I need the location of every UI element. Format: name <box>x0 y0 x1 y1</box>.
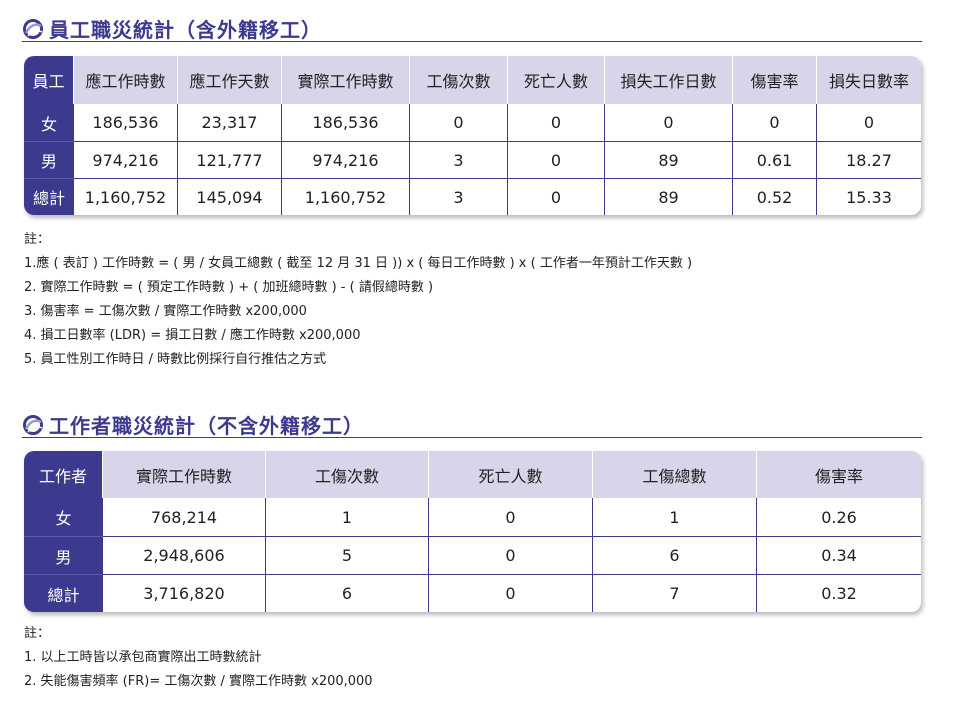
table-cell: 15.33 <box>817 178 921 215</box>
table-cell: 0 <box>508 178 605 215</box>
note-line: 4. 損工日數率 (LDR) = 損工日數 / 應工作時數 x200,000 <box>24 328 361 343</box>
table-cell: 6 <box>593 536 757 574</box>
note-line: 1. 以上工時皆以承包商實際出工時數統計 <box>24 650 262 665</box>
column-header: 工傷次數 <box>410 56 508 104</box>
column-header: 傷害率 <box>733 56 817 104</box>
table-cell: 3 <box>410 141 508 178</box>
section1-heading: 員工職災統計（含外籍移工） <box>22 14 322 43</box>
table-cell: 0 <box>733 104 817 141</box>
row-header: 女 <box>24 498 103 536</box>
table-cell: 89 <box>605 141 733 178</box>
table-cell: 0.26 <box>757 498 921 536</box>
column-header: 損失日數率 <box>817 56 921 104</box>
row-header: 總計 <box>24 178 74 215</box>
note-line: 註： <box>24 626 51 641</box>
row-header: 總計 <box>24 574 103 612</box>
table-cell: 89 <box>605 178 733 215</box>
table-cell: 768,214 <box>103 498 266 536</box>
column-header: 工傷總數 <box>593 451 757 498</box>
table-cell: 0 <box>429 574 593 612</box>
section2-notes: 註： 1. 以上工時皆以承包商實際出工時數統計 2. 失能傷害頻率 (FR)= … <box>24 622 373 694</box>
note-line: 註： <box>24 232 51 247</box>
column-header: 工傷次數 <box>266 451 429 498</box>
table-cell: 0 <box>817 104 921 141</box>
column-header: 員工 <box>24 56 74 104</box>
section2-title-rule <box>22 437 922 438</box>
section1-notes: 註： 1.應 ( 表訂 ) 工作時數 = ( 男 / 女員工總數 ( 截至 12… <box>24 228 692 372</box>
table-cell: 0.32 <box>757 574 921 612</box>
row-header: 男 <box>24 536 103 574</box>
table-cell: 5 <box>266 536 429 574</box>
column-header: 死亡人數 <box>429 451 593 498</box>
section2-title: 工作者職災統計（不含外籍移工） <box>49 414 364 438</box>
table-cell: 0 <box>508 141 605 178</box>
table-row: 男 974,216 121,777 974,216 3 0 89 0.61 18… <box>24 141 921 178</box>
table-row: 總計 1,160,752 145,094 1,160,752 3 0 89 0.… <box>24 178 921 215</box>
table-cell: 0 <box>429 498 593 536</box>
table-cell: 7 <box>593 574 757 612</box>
table-cell: 1 <box>593 498 757 536</box>
table-cell: 3,716,820 <box>103 574 266 612</box>
worker-injury-table: 工作者 實際工作時數 工傷次數 死亡人數 工傷總數 傷害率 女 768,214 … <box>24 451 921 612</box>
table-cell: 121,777 <box>178 141 282 178</box>
table-cell: 1 <box>266 498 429 536</box>
column-header: 實際工作時數 <box>103 451 266 498</box>
table-cell: 186,536 <box>74 104 178 141</box>
column-header: 傷害率 <box>757 451 921 498</box>
column-header: 應工作天數 <box>178 56 282 104</box>
column-header: 工作者 <box>24 451 103 498</box>
table-row: 女 186,536 23,317 186,536 0 0 0 0 0 <box>24 104 921 141</box>
table-cell: 0 <box>410 104 508 141</box>
table-cell: 186,536 <box>282 104 410 141</box>
employee-injury-table: 員工 應工作時數 應工作天數 實際工作時數 工傷次數 死亡人數 損失工作日數 傷… <box>24 56 921 215</box>
table-cell: 0 <box>508 104 605 141</box>
ring-swirl-icon <box>23 414 43 435</box>
note-line: 5. 員工性別工作時日 / 時數比例採行自行推估之方式 <box>24 352 327 367</box>
page: 員工職災統計（含外籍移工） 員工 應工作時數 應工作天數 實際工作時數 工傷次數… <box>0 0 962 717</box>
table-cell: 1,160,752 <box>282 178 410 215</box>
table-cell: 0.52 <box>733 178 817 215</box>
column-header: 損失工作日數 <box>605 56 733 104</box>
table-cell: 1,160,752 <box>74 178 178 215</box>
table-cell: 0 <box>605 104 733 141</box>
row-header: 女 <box>24 104 74 141</box>
section2-heading: 工作者職災統計（不含外籍移工） <box>22 410 364 439</box>
table-cell: 974,216 <box>282 141 410 178</box>
table-cell: 974,216 <box>74 141 178 178</box>
table-cell: 23,317 <box>178 104 282 141</box>
note-line: 3. 傷害率 = 工傷次數 / 實際工作時數 x200,000 <box>24 304 307 319</box>
table-row: 總計 3,716,820 6 0 7 0.32 <box>24 574 921 612</box>
row-header: 男 <box>24 141 74 178</box>
table-cell: 0.61 <box>733 141 817 178</box>
table-header-row: 員工 應工作時數 應工作天數 實際工作時數 工傷次數 死亡人數 損失工作日數 傷… <box>24 56 921 104</box>
column-header: 應工作時數 <box>74 56 178 104</box>
table-row: 男 2,948,606 5 0 6 0.34 <box>24 536 921 574</box>
ring-swirl-icon <box>23 18 43 39</box>
table-cell: 0.34 <box>757 536 921 574</box>
table-header-row: 工作者 實際工作時數 工傷次數 死亡人數 工傷總數 傷害率 <box>24 451 921 498</box>
section1-title: 員工職災統計（含外籍移工） <box>49 18 322 42</box>
table-cell: 18.27 <box>817 141 921 178</box>
table-row: 女 768,214 1 0 1 0.26 <box>24 498 921 536</box>
note-line: 2. 實際工作時數 = ( 預定工作時數 ) + ( 加班總時數 ) - ( 請… <box>24 280 434 295</box>
table-cell: 145,094 <box>178 178 282 215</box>
table-cell: 2,948,606 <box>103 536 266 574</box>
column-header: 實際工作時數 <box>282 56 410 104</box>
column-header: 死亡人數 <box>508 56 605 104</box>
table-cell: 0 <box>429 536 593 574</box>
table-cell: 3 <box>410 178 508 215</box>
note-line: 1.應 ( 表訂 ) 工作時數 = ( 男 / 女員工總數 ( 截至 12 月 … <box>24 256 693 271</box>
table-cell: 6 <box>266 574 429 612</box>
section1-title-rule <box>22 41 922 42</box>
note-line: 2. 失能傷害頻率 (FR)= 工傷次數 / 實際工作時數 x200,000 <box>24 674 373 689</box>
